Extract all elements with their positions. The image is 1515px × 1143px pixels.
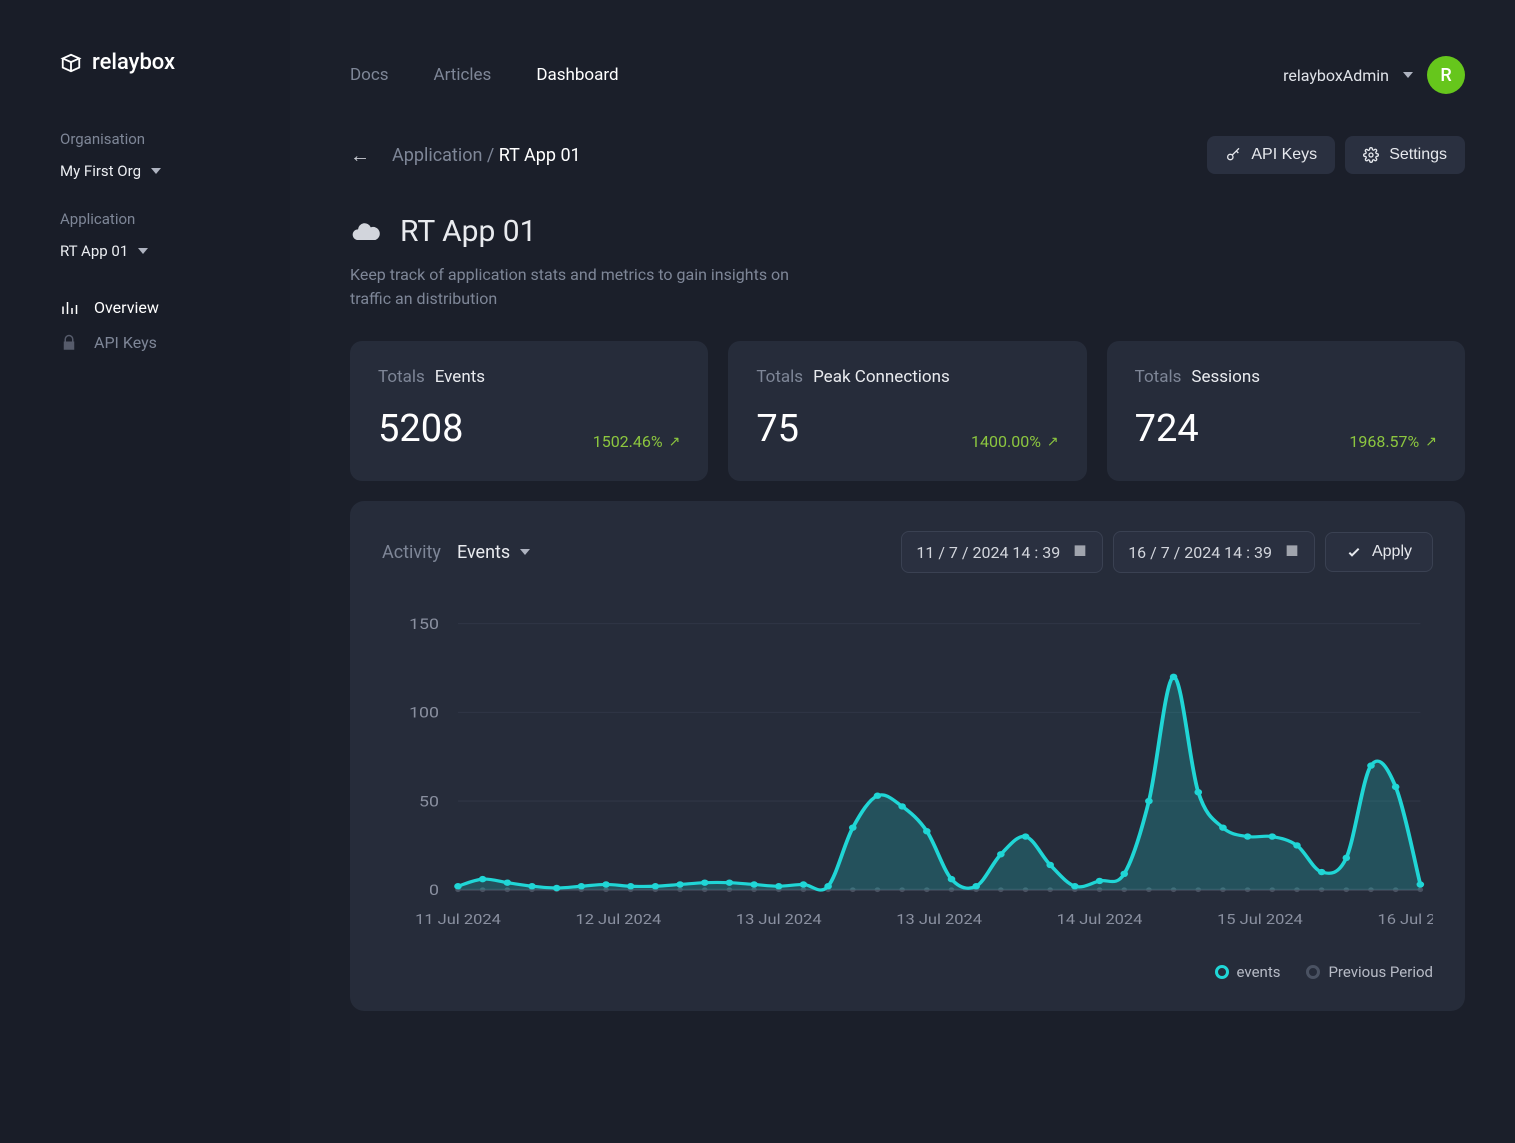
caret-down-icon xyxy=(1403,72,1413,78)
sidebar: relaybox Organisation My First Org Appli… xyxy=(0,0,290,1143)
legend-events: events xyxy=(1215,963,1281,981)
chart-bar-icon xyxy=(60,299,78,317)
legend-swatch-icon xyxy=(1215,965,1229,979)
gear-icon xyxy=(1363,147,1379,163)
calendar-icon xyxy=(1072,542,1088,562)
trend-up-icon: ↗ xyxy=(1047,434,1059,450)
svg-text:0: 0 xyxy=(429,881,439,898)
activity-card: Activity Events 11 / 7 / 2024 14 : 39 xyxy=(350,501,1465,1011)
svg-text:11 Jul 2024: 11 Jul 2024 xyxy=(415,911,501,927)
calendar-icon xyxy=(1284,542,1300,562)
svg-text:12 Jul 2024: 12 Jul 2024 xyxy=(576,911,662,927)
activity-header: Activity Events 11 / 7 / 2024 14 : 39 xyxy=(382,531,1433,573)
brand-name: relaybox xyxy=(92,50,175,75)
date-to-input[interactable]: 16 / 7 / 2024 14 : 39 xyxy=(1113,531,1315,573)
page-title-row: RT App 01 xyxy=(350,214,1465,249)
legend-swatch-icon xyxy=(1306,965,1320,979)
crumb-current: RT App 01 xyxy=(499,145,581,166)
org-dropdown[interactable]: My First Org xyxy=(60,162,262,180)
breadcrumb-row: ← Application / RT App 01 API Keys Setti… xyxy=(350,136,1465,174)
back-arrow-icon[interactable]: ← xyxy=(350,143,370,168)
svg-text:50: 50 xyxy=(419,793,439,810)
trend-up-icon: ↗ xyxy=(1425,434,1437,450)
app-dropdown[interactable]: RT App 01 xyxy=(60,242,262,260)
stat-delta: 1400.00% ↗ xyxy=(971,432,1059,451)
content: ← Application / RT App 01 API Keys Setti… xyxy=(290,100,1465,1011)
trend-up-icon: ↗ xyxy=(669,434,681,450)
lock-icon xyxy=(60,334,78,352)
activity-chart: 0 50 100 150 11 Jul 2024 12 Jul 2024 13 Jul 20… xyxy=(382,613,1433,943)
stat-card-sessions: Totals Sessions 724 1968.57% ↗ xyxy=(1107,341,1465,481)
sidebar-item-overview[interactable]: Overview xyxy=(60,290,262,325)
stat-label: Totals xyxy=(378,367,425,387)
main: Docs Articles Dashboard relayboxAdmin R … xyxy=(290,0,1515,1143)
activity-metric-dropdown[interactable]: Events xyxy=(457,542,530,563)
breadcrumb: Application / RT App 01 xyxy=(392,145,581,166)
crumb-root[interactable]: Application xyxy=(392,145,482,166)
svg-text:15 Jul 2024: 15 Jul 2024 xyxy=(1217,911,1303,927)
stat-label: Totals xyxy=(1135,367,1182,387)
brand-logo[interactable]: relaybox xyxy=(60,50,262,75)
chart-legend: events Previous Period xyxy=(382,963,1433,981)
date-from-input[interactable]: 11 / 7 / 2024 14 : 39 xyxy=(901,531,1103,573)
svg-text:14 Jul 2024: 14 Jul 2024 xyxy=(1057,911,1143,927)
caret-down-icon xyxy=(138,248,148,254)
username: relayboxAdmin xyxy=(1283,66,1389,85)
caret-down-icon xyxy=(151,168,161,174)
stat-name: Events xyxy=(435,367,485,387)
avatar[interactable]: R xyxy=(1427,56,1465,94)
legend-previous-period: Previous Period xyxy=(1306,963,1433,981)
org-label: Organisation xyxy=(60,130,262,148)
topbar: Docs Articles Dashboard relayboxAdmin R xyxy=(290,0,1465,100)
stats-row: Totals Events 5208 1502.46% ↗ Totals Pea… xyxy=(350,341,1465,481)
stat-value: 5208 xyxy=(378,407,463,451)
page-title: RT App 01 xyxy=(400,214,537,249)
app-label: Application xyxy=(60,210,262,228)
svg-text:13 Jul 2024: 13 Jul 2024 xyxy=(896,911,982,927)
stat-card-peak-connections: Totals Peak Connections 75 1400.00% ↗ xyxy=(728,341,1086,481)
stat-value: 75 xyxy=(756,407,799,451)
sidebar-item-apikeys[interactable]: API Keys xyxy=(60,325,262,360)
apply-button[interactable]: Apply xyxy=(1325,532,1433,572)
svg-text:150: 150 xyxy=(409,615,439,632)
settings-button[interactable]: Settings xyxy=(1345,136,1465,174)
logo-icon xyxy=(60,52,82,74)
nav-articles[interactable]: Articles xyxy=(434,65,492,85)
user-menu[interactable]: relayboxAdmin R xyxy=(1283,56,1465,94)
sidebar-item-label: Overview xyxy=(94,298,159,317)
stat-name: Sessions xyxy=(1191,367,1260,387)
svg-text:16 Jul 2024: 16 Jul 2024 xyxy=(1377,911,1433,927)
org-name: My First Org xyxy=(60,162,141,180)
activity-label: Activity xyxy=(382,542,441,563)
sidebar-item-label: API Keys xyxy=(94,333,157,352)
stat-delta: 1968.57% ↗ xyxy=(1349,432,1437,451)
key-icon xyxy=(1225,147,1241,163)
stat-card-events: Totals Events 5208 1502.46% ↗ xyxy=(350,341,708,481)
svg-text:100: 100 xyxy=(409,704,439,721)
svg-text:13 Jul 2024: 13 Jul 2024 xyxy=(736,911,822,927)
cloud-icon xyxy=(350,216,382,248)
stat-value: 724 xyxy=(1135,407,1199,451)
app-name: RT App 01 xyxy=(60,242,128,260)
stat-name: Peak Connections xyxy=(813,367,950,387)
stat-delta: 1502.46% ↗ xyxy=(593,432,681,451)
page-subtitle: Keep track of application stats and metr… xyxy=(350,263,790,311)
api-keys-button[interactable]: API Keys xyxy=(1207,136,1335,174)
caret-down-icon xyxy=(520,549,530,555)
check-icon xyxy=(1346,544,1362,560)
nav-docs[interactable]: Docs xyxy=(350,65,389,85)
stat-label: Totals xyxy=(756,367,803,387)
nav-dashboard[interactable]: Dashboard xyxy=(536,65,618,85)
topnav: Docs Articles Dashboard xyxy=(350,65,619,85)
